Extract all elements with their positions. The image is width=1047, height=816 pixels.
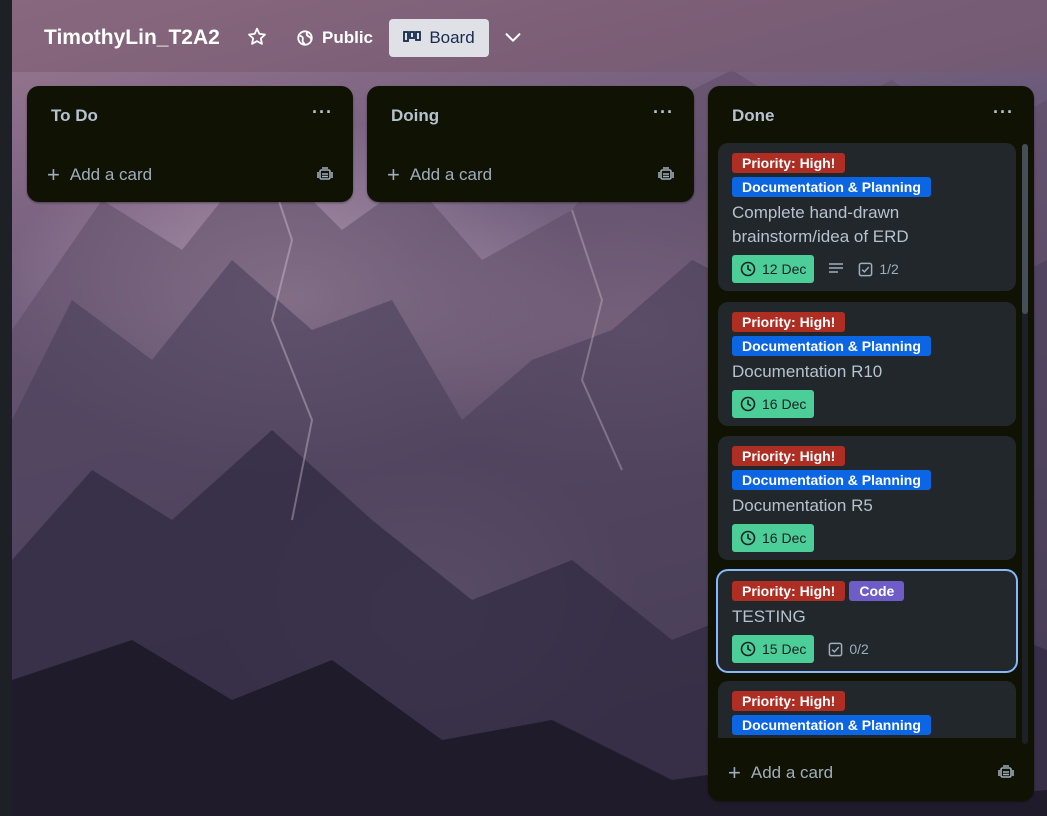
card-labels: Documentation & Planning [732,177,1002,197]
card-labels: Priority: High! [732,153,1002,173]
board-view-button[interactable]: Board [389,19,489,57]
plus-icon: + [387,162,400,187]
label-priority[interactable]: Priority: High! [732,691,846,711]
list-menu-button[interactable]: ··· [312,102,333,123]
due-date-text: 16 Dec [762,530,807,546]
card-labels: Documentation & Planning [732,336,1002,356]
chevron-down-icon [505,33,521,42]
clock-icon [740,261,756,277]
label-priority[interactable]: Priority: High! [732,446,846,466]
due-date-badge[interactable]: 15 Dec [732,635,815,663]
globe-icon [297,30,313,46]
card[interactable]: Priority: High! Documentation & Planning [718,681,1016,738]
card-labels: Priority: High! Code [732,581,1002,601]
due-date-text: 15 Dec [762,641,807,657]
add-card-label: Add a card [409,165,493,184]
checklist-badge: 1/2 [858,261,899,277]
list-menu-button[interactable]: ··· [993,102,1014,123]
board-icon [403,31,422,42]
clock-icon [740,396,756,412]
list-menu-button[interactable]: ··· [653,102,674,123]
due-date-text: 16 Dec [762,396,807,412]
card-badges: 12 Dec 1/2 [732,255,1002,283]
list-title[interactable]: Doing [391,106,439,126]
card[interactable]: Priority: High! Documentation & Planning… [718,436,1016,560]
clock-icon [740,641,756,657]
description-badge [828,262,844,276]
card-labels: Priority: High! [732,312,1002,332]
label-code[interactable]: Code [849,581,905,601]
list-todo: To Do ··· + Add a card [27,86,353,202]
due-date-badge[interactable]: 16 Dec [732,390,815,418]
due-date-badge[interactable]: 16 Dec [732,524,815,552]
checklist-badge: 0/2 [828,641,869,657]
label-priority[interactable]: Priority: High! [732,153,846,173]
plus-icon: + [728,760,741,785]
list-doing: Doing ··· + Add a card [367,86,694,202]
card-title: TESTING [732,607,806,626]
checklist-icon [859,262,873,276]
label-documentation[interactable]: Documentation & Planning [732,336,931,356]
due-date-badge[interactable]: 12 Dec [732,255,815,283]
clock-icon [740,530,756,546]
checklist-icon [829,642,843,656]
star-icon [248,27,266,45]
star-button[interactable] [246,26,268,48]
scrollbar-thumb[interactable] [1022,144,1028,314]
card-template-icon [998,765,1014,778]
card-title: Documentation R10 [732,362,883,381]
card-labels: Priority: High! [732,691,1002,711]
view-switcher-button[interactable] [502,26,524,48]
plus-icon: + [47,162,60,187]
visibility-button[interactable]: Public [296,28,373,48]
add-card-button[interactable]: + Add a card [47,164,152,186]
add-card-button[interactable]: + Add a card [728,762,833,784]
list-done: Done ··· Priority: High! Documentation &… [708,86,1034,801]
card[interactable]: Priority: High! Documentation & Planning… [718,302,1016,426]
card-list: Priority: High! Documentation & Planning… [708,138,1034,738]
board-title[interactable]: TimothyLin_T2A2 [44,26,220,50]
description-icon [829,263,844,273]
card-template-button[interactable] [317,166,333,187]
card-labels: Priority: High! [732,446,1002,466]
card-title: Documentation R5 [732,496,873,515]
card-template-button[interactable] [658,166,674,187]
card[interactable]: Priority: High! Code TESTING 15 Dec 0/2 [718,571,1016,671]
add-card-label: Add a card [750,763,834,782]
card-badges: 15 Dec 0/2 [732,635,1002,663]
list-title[interactable]: To Do [51,106,98,126]
add-card-button[interactable]: + Add a card [387,164,492,186]
list-title[interactable]: Done [732,106,775,126]
label-priority[interactable]: Priority: High! [732,312,846,332]
due-date-text: 12 Dec [762,261,807,277]
board-view-label: Board [429,28,475,47]
checklist-count: 1/2 [879,261,899,277]
add-card-label: Add a card [69,165,153,184]
card-badges: 16 Dec [732,390,1002,418]
label-documentation[interactable]: Documentation & Planning [732,177,931,197]
card[interactable]: Priority: High! Documentation & Planning… [718,143,1016,291]
visibility-label: Public [322,28,374,47]
label-priority[interactable]: Priority: High! [732,581,846,601]
card-labels: Documentation & Planning [732,470,1002,490]
left-gutter [0,0,12,816]
card-title: Complete hand-drawn brainstorm/idea of E… [732,203,909,246]
card-labels: Documentation & Planning [732,715,1002,735]
label-documentation[interactable]: Documentation & Planning [732,715,931,735]
card-badges: 16 Dec [732,524,1002,552]
label-documentation[interactable]: Documentation & Planning [732,470,931,490]
checklist-count: 0/2 [849,641,869,657]
card-template-button[interactable] [998,764,1014,785]
card-template-icon [317,167,333,180]
list-scrollbar[interactable] [1022,144,1028,744]
board-header: TimothyLin_T2A2 Public Board [12,0,1047,72]
card-template-icon [658,167,674,180]
